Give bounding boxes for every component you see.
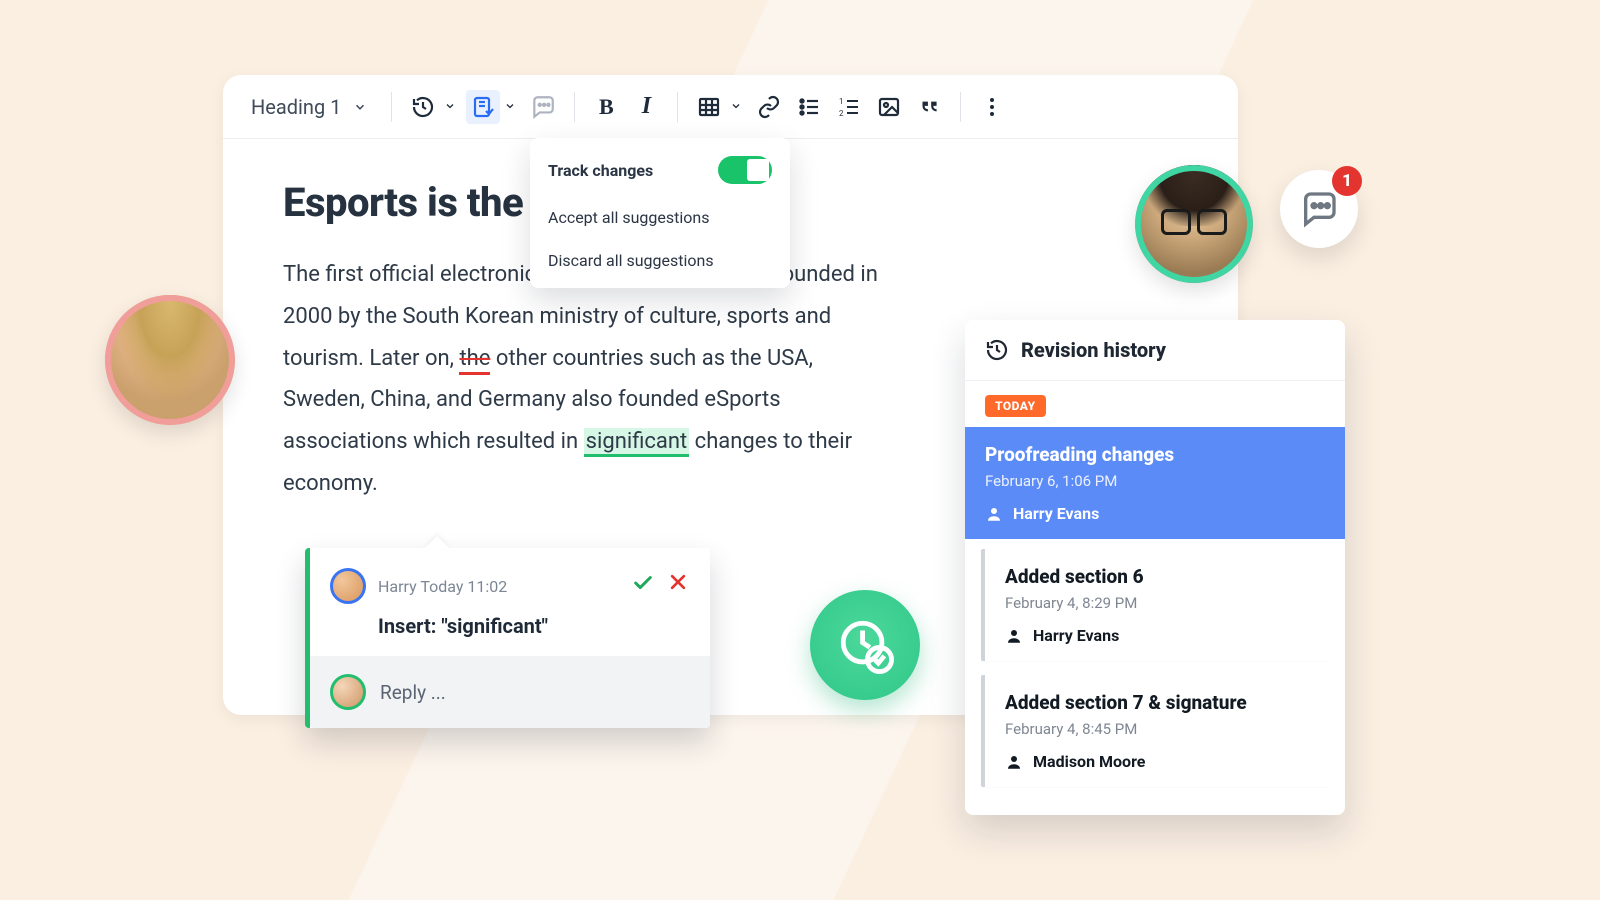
more-icon[interactable] bbox=[975, 90, 1009, 124]
menu-item-label: Discard all suggestions bbox=[548, 251, 714, 270]
chevron-down-icon[interactable] bbox=[444, 97, 456, 116]
revision-item[interactable]: Added section 7 & signature February 4, … bbox=[981, 675, 1329, 787]
accept-all-button[interactable]: Accept all suggestions bbox=[530, 196, 790, 239]
revision-history-panel: Revision history TODAY Proofreading chan… bbox=[965, 320, 1345, 815]
reply-placeholder: Reply ... bbox=[380, 681, 446, 704]
track-changes-dropdown: Track changes Accept all suggestions Dis… bbox=[530, 138, 790, 288]
suggestion-reply-row[interactable]: Reply ... bbox=[310, 656, 710, 728]
suggestion-author-line: Harry Today 11:02 bbox=[378, 577, 620, 596]
toolbar-separator bbox=[677, 92, 678, 122]
user-icon bbox=[1005, 753, 1023, 771]
discard-all-button[interactable]: Discard all suggestions bbox=[530, 239, 790, 282]
notification-badge: 1 bbox=[1332, 166, 1362, 196]
toolbar-separator bbox=[391, 92, 392, 122]
revision-item-author: Harry Evans bbox=[985, 504, 1325, 523]
collaborator-avatar bbox=[1135, 165, 1253, 283]
track-changes-label: Track changes bbox=[548, 161, 653, 180]
bold-button[interactable]: B bbox=[589, 90, 623, 124]
revision-history-title: Revision history bbox=[1021, 338, 1166, 362]
comment-icon[interactable] bbox=[526, 90, 560, 124]
heading-select[interactable]: Heading 1 bbox=[241, 89, 377, 125]
deleted-text[interactable]: the bbox=[459, 346, 490, 375]
suggestion-card: Harry Today 11:02 Insert: "significant" … bbox=[305, 548, 710, 728]
svg-text:2: 2 bbox=[839, 109, 844, 118]
toolbar-separator bbox=[960, 92, 961, 122]
revision-clock-icon bbox=[810, 590, 920, 700]
revision-item-title: Added section 7 & signature bbox=[1005, 691, 1309, 714]
reject-suggestion-button[interactable] bbox=[668, 572, 688, 600]
revision-item-author: Harry Evans bbox=[1005, 626, 1309, 645]
chevron-down-icon bbox=[353, 95, 367, 119]
inserted-text[interactable]: significant bbox=[584, 428, 690, 457]
revision-item-time: February 4, 8:29 PM bbox=[1005, 594, 1309, 612]
revision-item-author: Madison Moore bbox=[1005, 752, 1309, 771]
track-changes-switch[interactable] bbox=[718, 156, 772, 184]
accept-suggestion-button[interactable] bbox=[632, 572, 654, 600]
collaborator-avatar bbox=[105, 295, 235, 425]
revision-item[interactable]: Added section 6 February 4, 8:29 PM Harr… bbox=[981, 549, 1329, 661]
menu-item-label: Accept all suggestions bbox=[548, 208, 709, 227]
numbered-list-icon[interactable]: 12 bbox=[832, 90, 866, 124]
chevron-down-icon[interactable] bbox=[504, 97, 516, 116]
table-icon[interactable] bbox=[692, 90, 726, 124]
user-icon bbox=[1005, 627, 1023, 645]
document-paragraph: The first official electronic sports ass… bbox=[283, 254, 893, 505]
revision-item[interactable]: Proofreading changes February 6, 1:06 PM… bbox=[965, 427, 1345, 539]
italic-button[interactable]: I bbox=[629, 90, 663, 124]
heading-select-label: Heading 1 bbox=[251, 95, 341, 119]
history-icon bbox=[985, 338, 1009, 362]
track-changes-icon[interactable] bbox=[466, 90, 500, 124]
avatar bbox=[330, 568, 366, 604]
avatar bbox=[330, 674, 366, 710]
chevron-down-icon[interactable] bbox=[730, 97, 742, 116]
revision-item-title: Proofreading changes bbox=[985, 443, 1325, 466]
revision-item-title: Added section 6 bbox=[1005, 565, 1309, 588]
user-icon bbox=[985, 505, 1003, 523]
svg-text:1: 1 bbox=[839, 97, 844, 106]
suggestion-body: Insert: "significant" bbox=[378, 614, 688, 638]
bulleted-list-icon[interactable] bbox=[792, 90, 826, 124]
blockquote-icon[interactable] bbox=[912, 90, 946, 124]
revision-history-header: Revision history bbox=[965, 320, 1345, 381]
track-changes-toggle-row[interactable]: Track changes bbox=[530, 144, 790, 196]
toolbar-separator bbox=[574, 92, 575, 122]
revision-item-time: February 6, 1:06 PM bbox=[985, 472, 1325, 490]
link-icon[interactable] bbox=[752, 90, 786, 124]
history-icon[interactable] bbox=[406, 90, 440, 124]
notifications-button[interactable]: 1 bbox=[1280, 170, 1358, 248]
today-badge: TODAY bbox=[985, 395, 1046, 417]
image-icon[interactable] bbox=[872, 90, 906, 124]
revision-item-time: February 4, 8:45 PM bbox=[1005, 720, 1309, 738]
toolbar: Heading 1 B I bbox=[223, 75, 1238, 139]
